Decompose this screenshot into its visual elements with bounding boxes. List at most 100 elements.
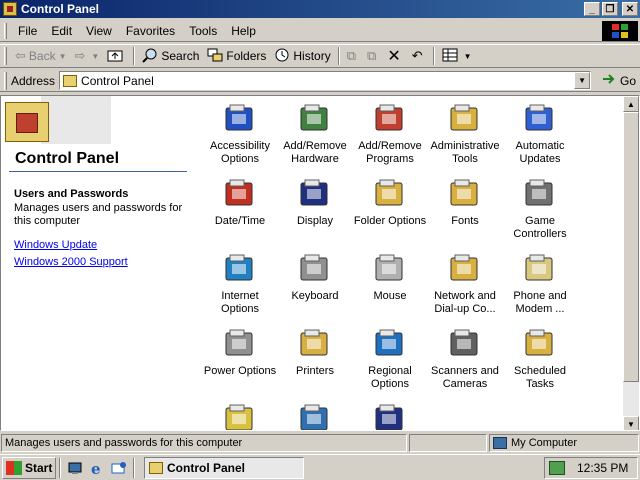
computer-icon [298, 402, 332, 430]
views-button[interactable]: ▼ [438, 46, 476, 66]
move-to-button[interactable]: ⧉ [343, 46, 363, 66]
address-grip [4, 71, 7, 90]
search-button[interactable]: Search [138, 46, 203, 66]
cp-item-label: Fonts [451, 215, 479, 227]
windows-update-link[interactable]: Windows Update [14, 239, 97, 251]
selected-item-title: Users and Passwords [14, 188, 129, 200]
cp-item[interactable]: Power Options [202, 327, 278, 378]
minimize-button[interactable]: _ [584, 2, 600, 16]
cp-item[interactable]: Scanners and Cameras [427, 327, 503, 391]
clock[interactable]: 12:35 PM [577, 461, 628, 475]
quicklaunch-ie[interactable]: e [86, 458, 108, 478]
cp-item[interactable]: Display [277, 177, 353, 228]
cp-item[interactable]: Network and Dial-up Co... [427, 252, 503, 316]
cp-item[interactable] [277, 402, 353, 430]
address-input[interactable]: Control Panel ▼ [59, 71, 592, 90]
title-bar[interactable]: Control Panel _ ❐ ✕ [0, 0, 640, 18]
windows-logo-icon [602, 21, 638, 41]
quicklaunch-outlook[interactable] [108, 458, 130, 478]
cp-item-label: Accessibility Options [210, 140, 270, 165]
undo-button[interactable]: ↶ [408, 46, 430, 66]
windows-flag-icon [6, 460, 22, 475]
keyboard-icon [298, 252, 332, 284]
scheduled-tasks-icon [523, 327, 557, 359]
pane-divider [9, 171, 187, 172]
up-folder-icon [107, 48, 123, 65]
copy-to-icon: ⧉ [367, 48, 377, 63]
back-button[interactable]: ⇦ Back ▼ [11, 46, 71, 66]
fonts-icon [448, 177, 482, 209]
cp-item[interactable]: Internet Options [202, 252, 278, 316]
outlook-express-icon [111, 461, 126, 473]
vertical-scrollbar[interactable]: ▲ ▼ [623, 96, 639, 430]
scroll-down-button[interactable]: ▼ [623, 416, 639, 430]
chevron-down-icon: ▼ [463, 51, 472, 61]
back-label: Back [28, 49, 56, 63]
cp-item[interactable] [352, 402, 428, 430]
forward-arrow-icon: ⇨ [74, 48, 86, 63]
cp-item[interactable]: Regional Options [352, 327, 428, 391]
windows-update-icon [523, 102, 557, 134]
windows-2000-support-link[interactable]: Windows 2000 Support [14, 256, 128, 268]
status-panel [409, 434, 487, 452]
cp-item[interactable]: Mouse [352, 252, 428, 303]
status-text: Manages users and passwords for this com… [1, 434, 407, 452]
menu-tools[interactable]: Tools [182, 22, 224, 40]
scroll-thumb[interactable] [623, 112, 639, 382]
views-icon [442, 48, 458, 65]
cp-item[interactable]: Phone and Modem ... [502, 252, 578, 316]
menu-edit[interactable]: Edit [44, 22, 79, 40]
cp-item[interactable]: Date/Time [202, 177, 278, 228]
cp-item[interactable]: Fonts [427, 177, 503, 228]
cp-item[interactable]: Add/Remove Hardware [277, 102, 353, 166]
delete-x-icon: ✕ [387, 48, 401, 65]
close-button[interactable]: ✕ [622, 2, 638, 16]
menu-view[interactable]: View [79, 22, 119, 40]
address-value: Control Panel [81, 73, 154, 88]
control-panel-icon [5, 102, 49, 142]
cp-item[interactable]: Folder Options [352, 177, 428, 228]
cp-item[interactable]: Add/Remove Programs [352, 102, 428, 166]
cp-item[interactable]: Administrative Tools [427, 102, 503, 166]
history-button[interactable]: History [270, 46, 334, 66]
banner-background [41, 96, 111, 144]
forward-button[interactable]: ⇨ ▼ [71, 46, 104, 66]
control-panel-icon [3, 2, 17, 16]
go-arrow-icon [601, 72, 617, 89]
copy-to-button[interactable]: ⧉ [363, 46, 383, 66]
cp-item[interactable]: Game Controllers [502, 177, 578, 241]
task-control-panel[interactable]: Control Panel [144, 456, 304, 479]
webview-pane: Control Panel Users and Passwords Manage… [1, 96, 191, 430]
cp-item[interactable]: Automatic Updates [502, 102, 578, 166]
cp-item[interactable]: Accessibility Options [202, 102, 278, 166]
move-to-icon: ⧉ [346, 48, 357, 63]
start-button[interactable]: Start [2, 456, 56, 479]
chevron-down-icon: ▼ [58, 51, 67, 61]
menu-bar: File Edit View Favorites Tools Help [0, 20, 640, 42]
menu-file[interactable]: File [11, 22, 44, 40]
menu-favorites[interactable]: Favorites [119, 22, 182, 40]
history-icon [274, 47, 290, 66]
system-tray: 12:35 PM [544, 457, 638, 479]
address-bar: Address Control Panel ▼ Go [0, 70, 640, 92]
scroll-up-button[interactable]: ▲ [623, 96, 639, 112]
window-title: Control Panel [21, 2, 100, 16]
cp-item-label: Date/Time [214, 215, 266, 227]
menu-grip [4, 22, 7, 39]
svg-text:e: e [91, 460, 101, 476]
cp-item[interactable]: Scheduled Tasks [502, 327, 578, 391]
cp-item[interactable]: Printers [277, 327, 353, 378]
cp-item[interactable] [202, 402, 278, 430]
folders-button[interactable]: Folders [203, 46, 270, 66]
maximize-button[interactable]: ❐ [602, 2, 618, 16]
up-folder-button[interactable] [103, 46, 130, 66]
control-panel-icon [149, 461, 163, 474]
quicklaunch-desktop[interactable] [64, 458, 86, 478]
cp-item[interactable]: Keyboard [277, 252, 353, 303]
network-tray-icon[interactable] [549, 461, 565, 475]
delete-button[interactable]: ✕ [383, 46, 407, 66]
menu-help[interactable]: Help [224, 22, 263, 40]
address-dropdown-button[interactable]: ▼ [574, 72, 591, 89]
go-button[interactable]: Go [601, 72, 636, 89]
cp-item-label: Automatic Updates [515, 140, 565, 165]
